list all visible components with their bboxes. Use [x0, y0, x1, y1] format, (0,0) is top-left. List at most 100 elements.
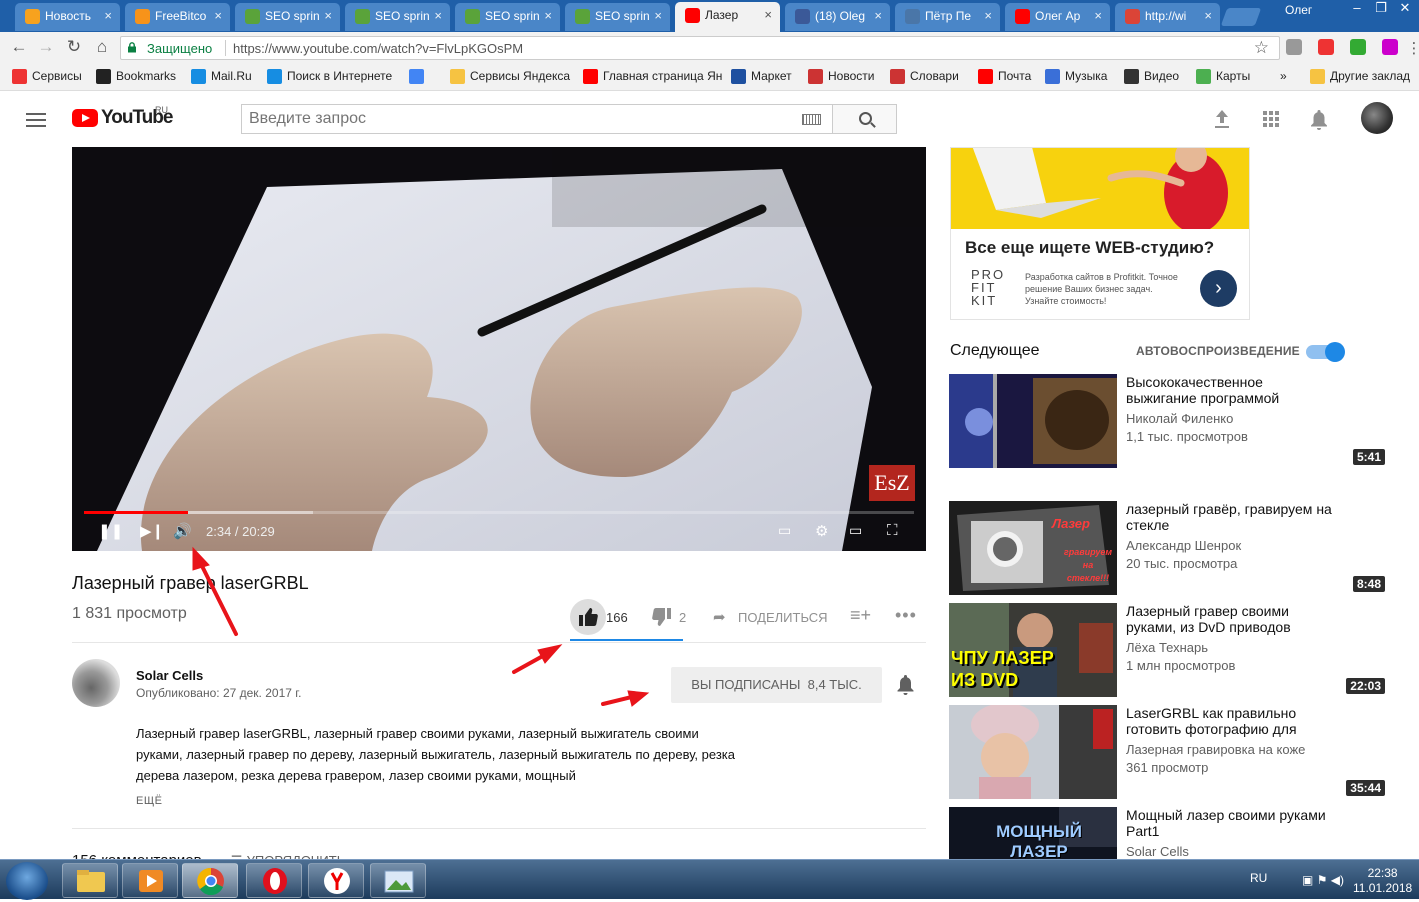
- tab-item[interactable]: FreeBitco ×: [125, 3, 230, 31]
- taskbar-chrome[interactable]: [182, 863, 238, 898]
- flag-icon[interactable]: ⚑: [1317, 873, 1328, 887]
- theater-mode-icon[interactable]: ▭: [849, 522, 862, 539]
- bookmark-item[interactable]: Маркет: [731, 69, 792, 84]
- add-to-playlist-icon[interactable]: ≡+: [850, 605, 871, 626]
- more-actions-icon[interactable]: •••: [895, 605, 917, 626]
- recommendation-channel[interactable]: Александр Шенрок: [1126, 538, 1241, 553]
- tab-item[interactable]: SEO sprin ×: [455, 3, 560, 31]
- bookmark-item[interactable]: Почта: [978, 69, 1031, 84]
- tab-close-icon[interactable]: ×: [984, 3, 992, 29]
- recommendation-title[interactable]: лазерный гравёр, гравируем на стекле: [1126, 501, 1336, 533]
- address-bar[interactable]: Защищено https://www.youtube.com/watch?v…: [120, 36, 1280, 60]
- tab-close-icon[interactable]: ×: [544, 3, 552, 29]
- bookmark-item[interactable]: Сервисы: [12, 69, 82, 84]
- tab-close-icon[interactable]: ×: [764, 2, 772, 28]
- language-indicator[interactable]: RU: [1250, 871, 1267, 885]
- volume-icon[interactable]: 🔊: [173, 522, 192, 540]
- system-clock[interactable]: 22:38 11.01.2018: [1353, 866, 1412, 896]
- restore-icon[interactable]: ❐: [1369, 0, 1393, 16]
- taskbar-media-player[interactable]: [122, 863, 178, 898]
- tab-item[interactable]: SEO sprin ×: [565, 3, 670, 31]
- subtitles-icon[interactable]: ▭: [778, 522, 791, 539]
- recommendation-item[interactable]: 35:44 LaserGRBL как правильно готовить ф…: [949, 705, 1389, 799]
- channel-name[interactable]: Solar Cells: [136, 668, 203, 683]
- tab-close-icon[interactable]: ×: [434, 3, 442, 29]
- share-icon[interactable]: ➦: [713, 608, 726, 626]
- recommendation-item[interactable]: Лазер гравируем на стекле!!! 8:48 лазерн…: [949, 501, 1389, 595]
- recommendation-channel[interactable]: Лазерная гравировка на коже: [1126, 742, 1305, 757]
- upload-icon[interactable]: [1214, 110, 1230, 128]
- recommendation-channel[interactable]: Николай Филенко: [1126, 411, 1233, 426]
- profile-chip[interactable]: Олег: [1285, 3, 1312, 17]
- taskbar-opera[interactable]: [246, 863, 302, 898]
- subscribed-button[interactable]: ВЫ ПОДПИСАНЫ 8,4 ТЫС.: [671, 667, 882, 703]
- volume-tray-icon[interactable]: ◀): [1331, 873, 1344, 887]
- recommendation-item[interactable]: 5:41 Высококачественное выжигание програ…: [949, 374, 1389, 468]
- bookmark-item[interactable]: Карты: [1196, 69, 1250, 84]
- tab-item[interactable]: http://wi ×: [1115, 3, 1220, 31]
- recommendation-item[interactable]: ЧПУ ЛАЗЕР ИЗ DVD 22:03 Лазерный гравер с…: [949, 603, 1389, 697]
- recommendation-channel[interactable]: Лёха Технарь: [1126, 640, 1208, 655]
- search-input[interactable]: [242, 105, 782, 133]
- tab-item[interactable]: SEO sprin ×: [345, 3, 450, 31]
- recommendation-title[interactable]: Высококачественное выжигание программой: [1126, 374, 1336, 406]
- ad-chevron-right-icon[interactable]: ›: [1200, 270, 1237, 307]
- extension-icon[interactable]: [1318, 39, 1334, 55]
- bookmark-item[interactable]: Другие заклад: [1310, 69, 1410, 84]
- progress-bar[interactable]: [84, 511, 914, 514]
- recommendation-title[interactable]: LaserGRBL как правильно готовить фотогра…: [1126, 705, 1336, 737]
- tab-close-icon[interactable]: ×: [654, 3, 662, 29]
- next-icon[interactable]: ▶❙: [140, 522, 164, 540]
- recommendation-channel[interactable]: Solar Cells: [1126, 844, 1189, 859]
- bookmark-item[interactable]: Видео: [1124, 69, 1179, 84]
- thumbs-down-icon[interactable]: [652, 607, 672, 627]
- search-button[interactable]: [832, 104, 897, 134]
- share-button[interactable]: ПОДЕЛИТЬСЯ: [738, 610, 827, 625]
- bookmark-item[interactable]: Поиск в Интернете: [267, 69, 392, 84]
- tab-item[interactable]: Пётр Пе ×: [895, 3, 1000, 31]
- extension-icon[interactable]: [1350, 39, 1366, 55]
- tab-close-icon[interactable]: ×: [1204, 3, 1212, 29]
- tab-item[interactable]: Олег Ар ×: [1005, 3, 1110, 31]
- notifications-bell-icon[interactable]: [1311, 110, 1327, 130]
- hamburger-menu-icon[interactable]: [26, 113, 46, 131]
- tab-close-icon[interactable]: ×: [104, 3, 112, 29]
- close-window-icon[interactable]: ✕: [1393, 0, 1417, 16]
- taskbar-yandex-browser[interactable]: [308, 863, 364, 898]
- menu-dots-icon[interactable]: ⋮: [1403, 39, 1419, 57]
- bookmark-star-icon[interactable]: ☆: [1254, 38, 1269, 58]
- show-more-link[interactable]: ЕЩЁ: [136, 795, 163, 807]
- recommendation-title[interactable]: Мощный лазер своими руками Part1: [1126, 807, 1336, 839]
- taskbar-explorer[interactable]: [62, 863, 118, 898]
- apps-grid-icon[interactable]: [1263, 111, 1279, 127]
- channel-avatar[interactable]: [72, 659, 120, 707]
- tab-close-icon[interactable]: ×: [324, 3, 332, 29]
- forward-icon[interactable]: →: [35, 37, 57, 57]
- video-player[interactable]: EsZ ❚❚ ▶❙ 🔊 2:34 / 20:29 ▭ ⚙ ▭ ⛶: [72, 147, 926, 551]
- autoplay-toggle[interactable]: [1306, 342, 1345, 362]
- channel-watermark[interactable]: EsZ: [869, 465, 915, 501]
- tab-close-icon[interactable]: ×: [1094, 3, 1102, 29]
- bookmark-item[interactable]: »: [1280, 69, 1287, 83]
- tab-item[interactable]: (18) Oleg ×: [785, 3, 890, 31]
- back-icon[interactable]: ←: [8, 37, 30, 57]
- extension-icon[interactable]: [1286, 39, 1302, 55]
- start-button[interactable]: [6, 862, 48, 900]
- bookmark-item[interactable]: Bookmarks: [96, 69, 176, 84]
- sidebar-ad[interactable]: Все еще ищете WEB-студию? PRO FIT KIT Ра…: [950, 147, 1250, 320]
- bookmark-item[interactable]: Mail.Ru: [191, 69, 252, 84]
- bookmark-item[interactable]: Сервисы Яндекса: [450, 69, 570, 84]
- reload-icon[interactable]: ↻: [63, 37, 85, 57]
- tab-close-icon[interactable]: ×: [214, 3, 222, 29]
- url-text[interactable]: https://www.youtube.com/watch?v=FlvLpKGO…: [233, 41, 523, 56]
- recommendation-title[interactable]: Лазерный гравер своими руками, из DvD пр…: [1126, 603, 1336, 635]
- bookmark-item[interactable]: Новости: [808, 69, 874, 84]
- settings-gear-icon[interactable]: ⚙: [815, 522, 828, 540]
- network-icon[interactable]: ▣: [1302, 873, 1313, 887]
- account-avatar[interactable]: [1361, 102, 1393, 134]
- bookmark-item[interactable]: Словари: [890, 69, 959, 84]
- bookmark-item[interactable]: Главная страница Ян: [583, 69, 722, 84]
- pause-icon[interactable]: ❚❚: [98, 522, 123, 540]
- tab-item[interactable]: SEO sprin ×: [235, 3, 340, 31]
- taskbar-photo-viewer[interactable]: [370, 863, 426, 898]
